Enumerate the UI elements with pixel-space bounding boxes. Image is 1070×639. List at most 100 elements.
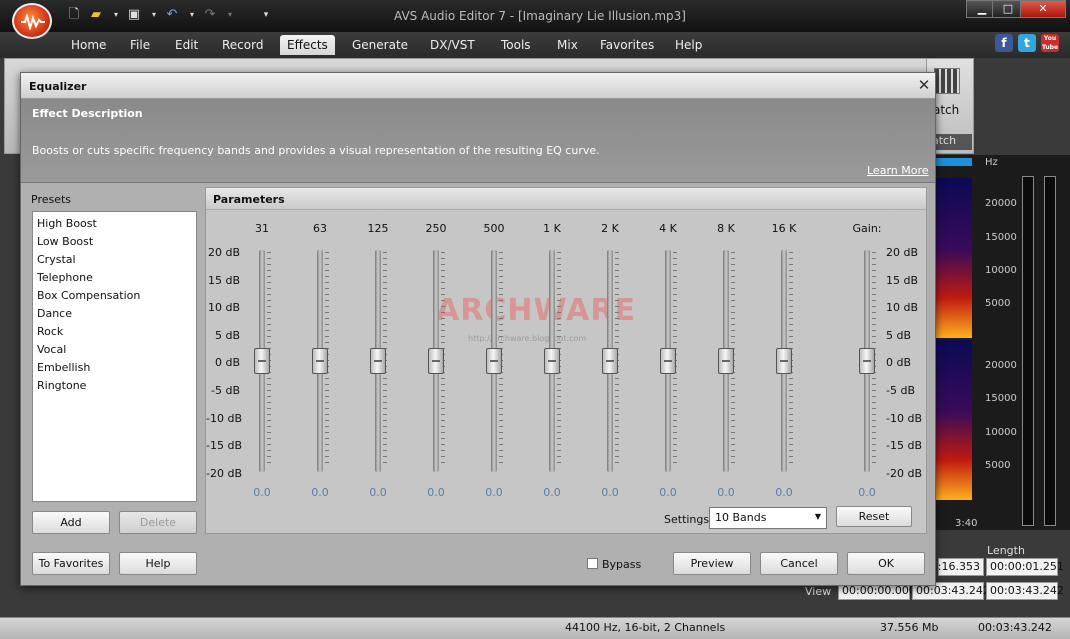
band-3-slider-thumb[interactable] — [428, 348, 444, 374]
band-8-value: 0.0 — [717, 486, 735, 499]
open-folder-icon[interactable]: ▰ — [88, 7, 104, 23]
window-title: AVS Audio Editor 7 - [Imaginary Lie Illu… — [394, 9, 686, 23]
preset-embellish[interactable]: Embellish — [37, 359, 192, 377]
preset-vocal[interactable]: Vocal — [37, 341, 192, 359]
chevron-down-icon[interactable]: ▾ — [146, 7, 162, 23]
add-preset-button[interactable]: Add — [32, 511, 110, 534]
band-4-slider-thumb[interactable] — [486, 348, 502, 374]
batch-button-label[interactable]: atch — [933, 103, 959, 117]
hz-tick: 5000 — [985, 298, 1011, 309]
menu-bar — [0, 32, 1070, 58]
band-2-slider-thumb[interactable] — [370, 348, 386, 374]
undo-icon[interactable]: ↶ — [164, 7, 180, 23]
new-file-icon[interactable]: 🗋 — [66, 7, 82, 23]
preset-box-compensation[interactable]: Box Compensation — [37, 287, 192, 305]
band-7-value: 0.0 — [659, 486, 677, 499]
watermark-url: http://archware.blogspot.com — [468, 334, 587, 343]
parameters-title: Parameters — [213, 193, 285, 206]
menu-help[interactable]: Help — [675, 38, 702, 52]
preset-crystal[interactable]: Crystal — [37, 251, 192, 269]
bypass-checkbox[interactable] — [587, 558, 598, 569]
twitter-icon[interactable]: t — [1018, 34, 1036, 52]
save-icon[interactable]: ▣ — [126, 7, 142, 23]
db-scale-label-left: 5 dB — [214, 328, 240, 342]
preview-button[interactable]: Preview — [673, 552, 751, 575]
close-icon[interactable]: ✕ — [915, 76, 933, 94]
batch-icon[interactable] — [934, 68, 960, 94]
preset-ringtone[interactable]: Ringtone — [37, 377, 192, 395]
view-length-field[interactable]: 00:03:43.242 — [986, 582, 1064, 600]
db-scale-label-left: 10 dB — [207, 301, 240, 315]
spectrogram-scrollbar[interactable] — [936, 158, 972, 166]
bands-select[interactable]: 10 Bands ▼ — [709, 507, 827, 529]
band-1-freq-label: 63 — [313, 222, 327, 235]
menu-favorites[interactable]: Favorites — [600, 38, 654, 52]
hz-tick: 5000 — [985, 460, 1011, 471]
band-0-freq-label: 31 — [255, 222, 269, 235]
chevron-down-icon[interactable]: ▾ — [184, 7, 200, 23]
to-favorites-button[interactable]: To Favorites — [32, 552, 110, 575]
db-scale-label-right: 10 dB — [886, 301, 919, 315]
band-0-value: 0.0 — [253, 486, 271, 499]
gain-slider-thumb[interactable] — [859, 348, 875, 374]
selection-length-field[interactable]: 00:00:01.251 — [986, 558, 1064, 576]
help-button[interactable]: Help — [119, 552, 197, 575]
band-1-slider-thumb[interactable] — [312, 348, 328, 374]
menu-edit[interactable]: Edit — [175, 38, 198, 52]
preset-high-boost[interactable]: High Boost — [37, 215, 192, 233]
menu-generate[interactable]: Generate — [352, 38, 408, 52]
delete-preset-button[interactable]: Delete — [119, 511, 197, 534]
close-window-button[interactable]: ✕ — [1020, 0, 1066, 18]
bypass-label[interactable]: Bypass — [602, 558, 641, 571]
menu-tools[interactable]: Tools — [501, 38, 531, 52]
db-scale-label-right: -15 dB — [886, 439, 922, 453]
band-0-slider-thumb[interactable] — [254, 348, 270, 374]
preset-low-boost[interactable]: Low Boost — [37, 233, 192, 251]
chevron-down-icon[interactable]: ▾ — [222, 7, 238, 23]
band-8-slider-thumb[interactable] — [718, 348, 734, 374]
band-7-slider-thumb[interactable] — [660, 348, 676, 374]
preset-rock[interactable]: Rock — [37, 323, 192, 341]
youtube-icon[interactable]: You Tube — [1041, 34, 1059, 52]
status-duration: 00:03:43.242 — [978, 621, 1052, 634]
effect-description-text: Boosts or cuts specific frequency bands … — [32, 144, 600, 157]
band-6-slider-thumb[interactable] — [602, 348, 618, 374]
band-7-freq-label: 4 K — [659, 222, 677, 235]
band-2-freq-label: 125 — [367, 222, 389, 235]
effect-description-panel: Effect Description Boosts or cuts specif… — [21, 99, 935, 183]
learn-more-link[interactable]: Learn More — [867, 164, 929, 177]
time-ruler-label: 3:40 — [955, 518, 978, 529]
preset-telephone[interactable]: Telephone — [37, 269, 192, 287]
hz-tick: 10000 — [985, 427, 1017, 438]
redo-icon[interactable]: ↷ — [202, 7, 218, 23]
menu-record[interactable]: Record — [222, 38, 263, 52]
level-meter-right — [1044, 176, 1056, 526]
menu-mix[interactable]: Mix — [557, 38, 578, 52]
menu-file[interactable]: File — [130, 38, 150, 52]
band-5-value: 0.0 — [543, 486, 561, 499]
reset-button[interactable]: Reset — [836, 506, 912, 527]
band-9-value: 0.0 — [775, 486, 793, 499]
chevron-down-icon[interactable]: ▾ — [108, 7, 124, 23]
band-9-slider-thumb[interactable] — [776, 348, 792, 374]
status-size: 37.556 Mb — [880, 621, 939, 634]
customize-toolbar-icon[interactable]: ▾ — [258, 7, 274, 23]
db-scale-label-right: 20 dB — [886, 246, 919, 259]
band-6-freq-label: 2 K — [601, 222, 619, 235]
dialog-title-bar: Equalizer ✕ — [21, 73, 935, 99]
ok-button[interactable]: OK — [847, 552, 925, 575]
db-scale-label-right: 15 dB — [886, 273, 919, 287]
cancel-button[interactable]: Cancel — [760, 552, 838, 575]
band-4-value: 0.0 — [485, 486, 503, 499]
menu-effects[interactable]: Effects — [280, 35, 335, 55]
menu-home[interactable]: Home — [71, 38, 106, 52]
selection-end-field[interactable]: 00:03:16.353 — [938, 558, 984, 576]
menu-dx-vst[interactable]: DX/VST — [430, 38, 475, 52]
band-2-value: 0.0 — [369, 486, 387, 499]
facebook-icon[interactable]: f — [995, 34, 1013, 52]
gain-value: 0.0 — [858, 486, 876, 499]
preset-dance[interactable]: Dance — [37, 305, 192, 323]
app-logo-button[interactable] — [12, 3, 52, 39]
band-5-slider-thumb[interactable] — [544, 348, 560, 374]
presets-list[interactable]: High Boost Low Boost Crystal Telephone B… — [32, 211, 197, 502]
